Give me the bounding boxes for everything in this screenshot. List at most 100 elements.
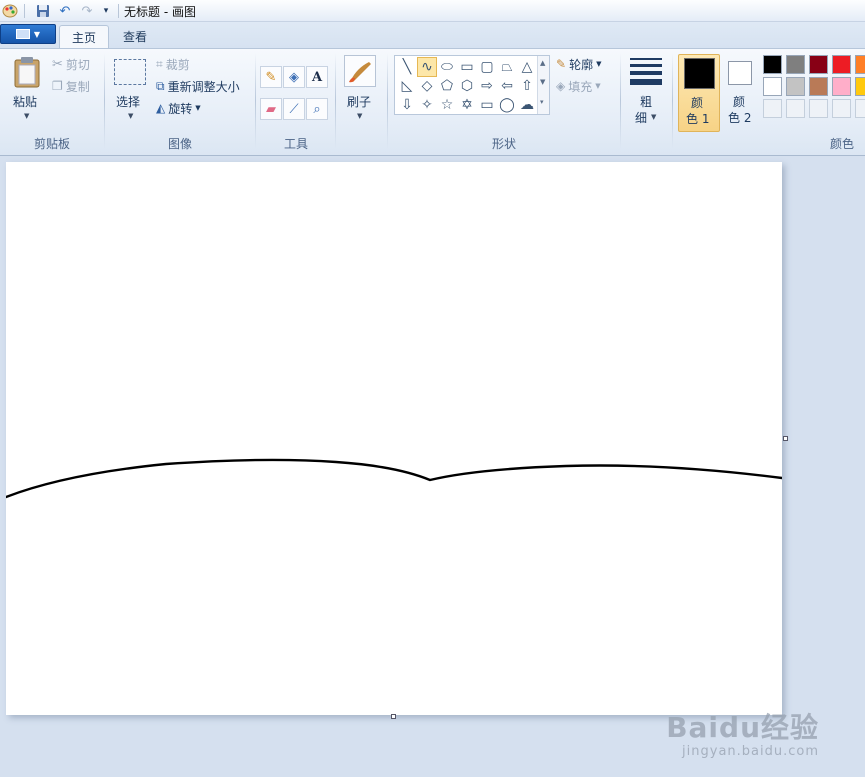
clipboard-group-label: 剪贴板 bbox=[33, 137, 70, 151]
fill-icon: ◈ bbox=[556, 79, 566, 93]
separator bbox=[620, 53, 621, 149]
palette-swatch[interactable] bbox=[809, 55, 828, 74]
diamond-shape-icon[interactable]: ◇ bbox=[417, 76, 437, 96]
color-picker-icon[interactable]: ⟋ bbox=[283, 98, 305, 120]
customize-toolbar-icon[interactable]: ▾ bbox=[98, 3, 114, 19]
custom-color-slot[interactable] bbox=[809, 99, 828, 118]
six-point-star-shape-icon[interactable]: ✡ bbox=[457, 95, 477, 115]
paste-button[interactable] bbox=[12, 55, 42, 89]
ribbon-tab-row: ▼ 主页 查看 bbox=[0, 22, 865, 48]
resize-button[interactable]: ⧉ 重新调整大小 bbox=[156, 77, 240, 95]
four-point-star-shape-icon[interactable]: ✧ bbox=[417, 95, 437, 115]
palette-swatch[interactable] bbox=[832, 55, 851, 74]
image-group-label: 图像 bbox=[167, 137, 192, 151]
polygon-shape-icon[interactable]: ⏢ bbox=[497, 57, 517, 77]
chevron-down-icon[interactable]: ▼ bbox=[357, 112, 362, 120]
fill-button[interactable]: ◈ 填充 ▼ bbox=[556, 77, 601, 95]
resize-handle-bottom[interactable] bbox=[391, 714, 396, 719]
palette-swatch[interactable] bbox=[786, 55, 805, 74]
cloud-callout-shape-icon[interactable]: ☁ bbox=[517, 95, 537, 115]
rounded-rectangle-shape-icon[interactable]: ▢ bbox=[477, 57, 497, 77]
select-icon[interactable] bbox=[114, 59, 146, 85]
brush-icon[interactable] bbox=[344, 55, 376, 87]
triangle-shape-icon[interactable]: △ bbox=[517, 57, 537, 77]
custom-color-slot[interactable] bbox=[832, 99, 851, 118]
shapes-gallery: ╲ ∿ ⬭ ▭ ▢ ⏢ △ ◺ ◇ ⬠ ⬡ ⇨ ⇦ ⇧ ⇩ ✧ ☆ ✡ ▭ ◯ … bbox=[394, 55, 550, 115]
palette-swatch[interactable] bbox=[786, 77, 805, 96]
copy-button[interactable]: ❐ 复制 bbox=[52, 77, 90, 95]
scroll-down-icon[interactable]: ▼ bbox=[540, 78, 545, 86]
eraser-icon[interactable]: ▰ bbox=[260, 98, 282, 120]
oval-callout-shape-icon[interactable]: ◯ bbox=[497, 95, 517, 115]
rotate-button[interactable]: ◭ 旋转 ▼ bbox=[156, 99, 201, 117]
custom-color-slot[interactable] bbox=[763, 99, 782, 118]
tab-view[interactable]: 查看 bbox=[111, 25, 159, 48]
outline-pen-icon: ✎ bbox=[556, 57, 567, 71]
clipboard-group: 粘贴 ▼ ✂ 剪切 ❐ 复制 剪贴板 bbox=[0, 49, 104, 155]
watermark-brand: Baidu经验 bbox=[666, 711, 819, 744]
crop-button[interactable]: ⌗ 裁剪 bbox=[156, 55, 190, 73]
cut-button[interactable]: ✂ 剪切 bbox=[52, 55, 90, 73]
rectangle-shape-icon[interactable]: ▭ bbox=[457, 57, 477, 77]
size-group[interactable]: 粗 细 ▼ bbox=[622, 49, 670, 155]
left-arrow-shape-icon[interactable]: ⇦ bbox=[497, 76, 517, 96]
window-title: 无标题 - 画图 bbox=[124, 5, 196, 19]
save-icon[interactable] bbox=[35, 3, 51, 19]
chevron-down-icon: ▼ bbox=[651, 113, 657, 121]
palette-swatch[interactable] bbox=[855, 55, 865, 74]
curve-shape-icon[interactable]: ∿ bbox=[417, 57, 437, 77]
right-arrow-shape-icon[interactable]: ⇨ bbox=[477, 76, 497, 96]
color2-button[interactable]: 颜 色 2 bbox=[722, 54, 760, 132]
work-area: Baidu经验 jingyan.baidu.com bbox=[0, 157, 865, 777]
text-tool-icon[interactable]: A bbox=[306, 66, 328, 88]
palette-swatch[interactable] bbox=[832, 77, 851, 96]
app-menu-button[interactable]: ▼ bbox=[0, 24, 56, 44]
pentagon-shape-icon[interactable]: ⬠ bbox=[437, 76, 457, 96]
drawing-canvas[interactable] bbox=[4, 162, 784, 715]
shapes-group-label: 形状 bbox=[491, 137, 516, 151]
separator bbox=[118, 4, 119, 18]
up-arrow-shape-icon[interactable]: ⇧ bbox=[517, 76, 537, 96]
chevron-down-icon: ▼ bbox=[195, 104, 201, 112]
paint-app-icon[interactable] bbox=[2, 3, 18, 19]
undo-icon[interactable]: ↶ bbox=[57, 3, 73, 19]
custom-color-slot[interactable] bbox=[786, 99, 805, 118]
outline-button[interactable]: ✎ 轮廓 ▼ bbox=[556, 55, 601, 73]
five-point-star-shape-icon[interactable]: ☆ bbox=[437, 95, 457, 115]
pencil-icon[interactable]: ✎ bbox=[260, 66, 282, 88]
separator bbox=[335, 53, 336, 149]
expand-gallery-icon[interactable]: ▾ bbox=[540, 98, 544, 106]
redo-icon[interactable]: ↷ bbox=[79, 3, 95, 19]
rounded-callout-shape-icon[interactable]: ▭ bbox=[477, 95, 497, 115]
menu-icon bbox=[15, 29, 30, 39]
chevron-down-icon[interactable]: ▼ bbox=[128, 112, 133, 120]
color1-button[interactable]: 颜 色 1 bbox=[678, 54, 720, 132]
size-label-line2: 细 bbox=[635, 111, 648, 125]
rotate-icon: ◭ bbox=[156, 101, 166, 115]
shapes-gallery-scrollbar[interactable]: ▲ ▼ ▾ bbox=[537, 56, 549, 114]
chevron-down-icon: ▼ bbox=[596, 60, 602, 68]
palette-swatch[interactable] bbox=[809, 77, 828, 96]
tab-home[interactable]: 主页 bbox=[59, 25, 110, 48]
resize-handle-right[interactable] bbox=[783, 436, 788, 441]
oval-shape-icon[interactable]: ⬭ bbox=[437, 57, 457, 77]
palette-swatch[interactable] bbox=[763, 55, 782, 74]
hexagon-shape-icon[interactable]: ⬡ bbox=[457, 76, 477, 96]
fill-bucket-icon[interactable]: ◈ bbox=[283, 66, 305, 88]
line-shape-icon[interactable]: ╲ bbox=[397, 57, 417, 77]
down-arrow-shape-icon[interactable]: ⇩ bbox=[397, 95, 417, 115]
resize-icon: ⧉ bbox=[156, 78, 165, 93]
custom-color-slot[interactable] bbox=[855, 99, 865, 118]
palette-swatch[interactable] bbox=[855, 77, 865, 96]
colors-group-label: 颜色 bbox=[830, 137, 855, 151]
color2-swatch bbox=[728, 61, 752, 85]
magnifier-icon[interactable]: ⌕ bbox=[306, 98, 328, 120]
right-triangle-shape-icon[interactable]: ◺ bbox=[397, 76, 417, 96]
palette-swatch[interactable] bbox=[763, 77, 782, 96]
copy-icon: ❐ bbox=[52, 79, 63, 93]
tools-group-label: 工具 bbox=[283, 137, 308, 151]
scroll-up-icon[interactable]: ▲ bbox=[540, 59, 545, 67]
chevron-down-icon[interactable]: ▼ bbox=[24, 112, 29, 120]
drawn-curve bbox=[4, 458, 784, 499]
separator bbox=[104, 53, 105, 149]
